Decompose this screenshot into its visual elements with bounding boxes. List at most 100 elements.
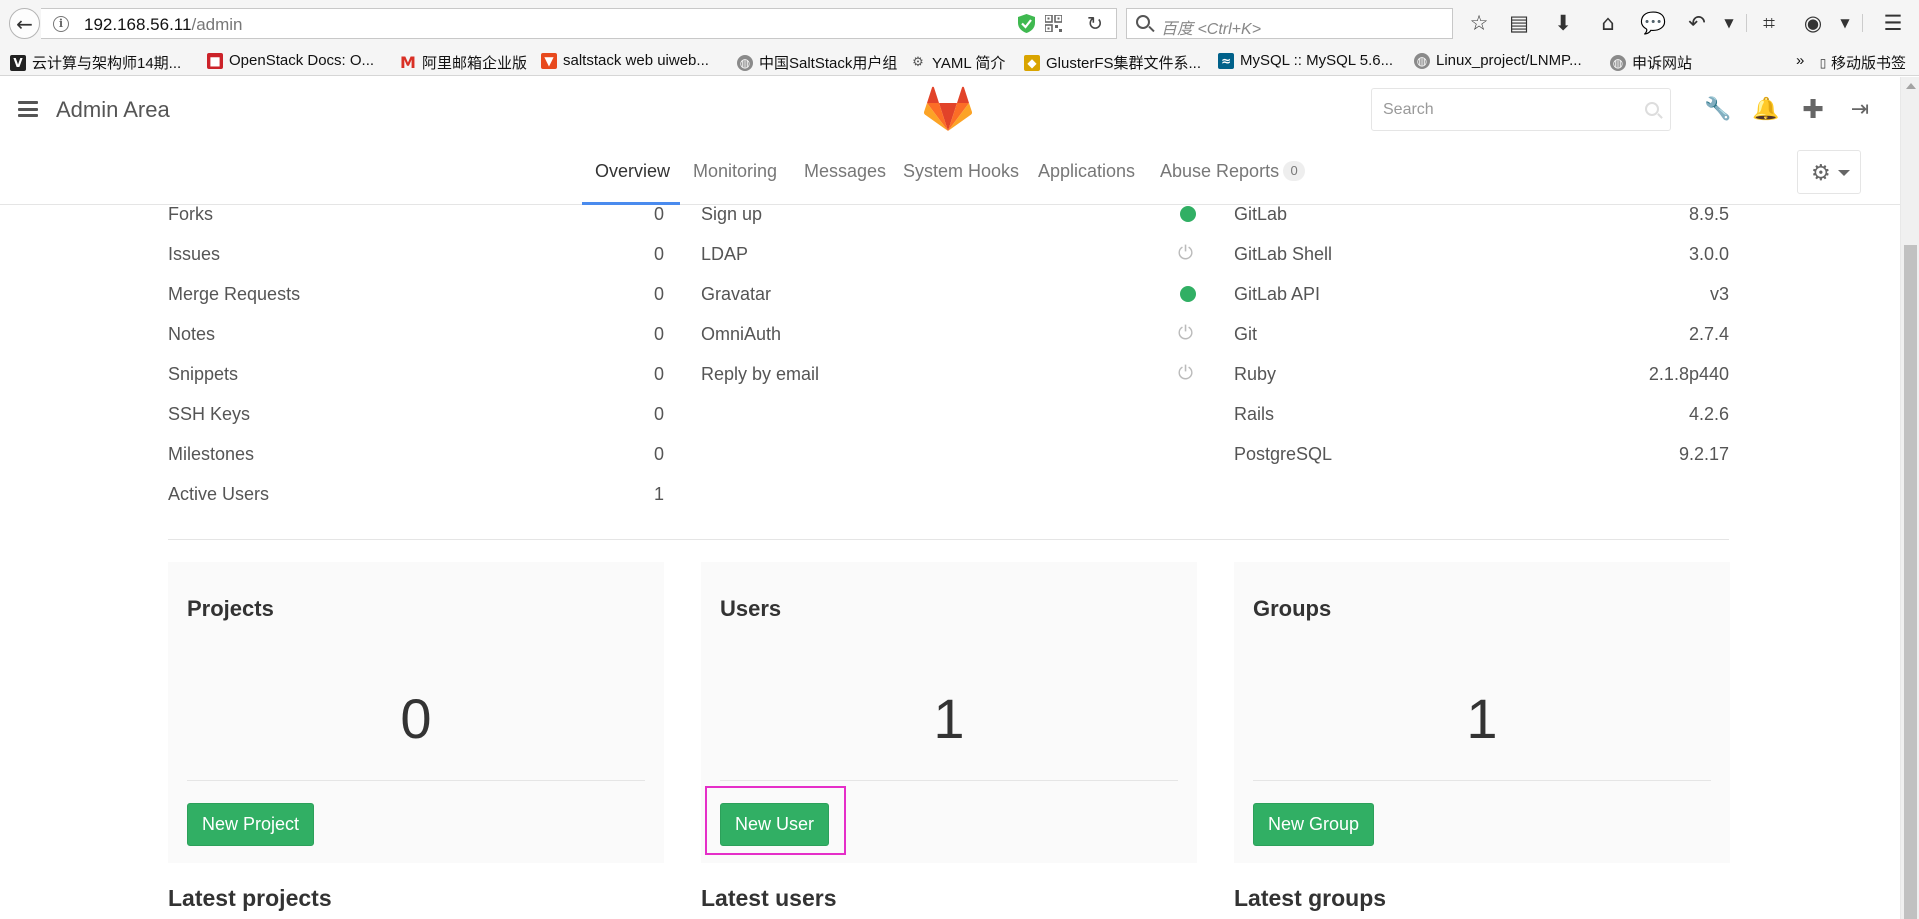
- tab-abuse-reports[interactable]: Abuse Reports 0: [1160, 161, 1306, 182]
- bookmark-item[interactable]: ⚙ YAML 简介: [910, 52, 1005, 73]
- search-icon: [1645, 102, 1659, 116]
- bookmark-item[interactable]: M 阿里邮箱企业版: [400, 52, 527, 73]
- search-input[interactable]: Search: [1371, 88, 1671, 131]
- info-icon[interactable]: i: [53, 16, 69, 32]
- component-label: GitLab Shell: [1234, 244, 1333, 264]
- bookmark-item[interactable]: ◆ GlusterFS集群文件系...: [1024, 52, 1201, 73]
- bookmark-item[interactable]: V 云计算与架构师14期...: [10, 52, 181, 73]
- search-icon: [1136, 15, 1150, 29]
- gear-icon: ⚙: [1811, 161, 1831, 186]
- address-bar[interactable]: i 192.168.56.11/admin ↻: [41, 8, 1117, 39]
- bookmark-label: Linux_project/LNMP...: [1436, 52, 1582, 69]
- component-label: PostgreSQL: [1234, 444, 1333, 464]
- stat-label: Issues: [168, 244, 221, 264]
- incognito-icon[interactable]: ◉: [1800, 10, 1826, 36]
- tab-overview[interactable]: Overview: [595, 161, 670, 182]
- mobile-bookmarks-label: 移动版书签: [1831, 55, 1907, 72]
- component-version: 3.0.0: [1688, 244, 1729, 264]
- card-title: Projects: [187, 596, 274, 621]
- crop-icon[interactable]: ⌗: [1756, 10, 1782, 36]
- projects-card: Projects 0 New Project: [168, 562, 664, 863]
- bookmark-item[interactable]: ≈ MySQL :: MySQL 5.6...: [1218, 52, 1393, 69]
- tab-abuse-reports-label: Abuse Reports: [1160, 161, 1280, 181]
- tab-system-hooks[interactable]: System Hooks: [903, 161, 1019, 182]
- new-group-button[interactable]: New Group: [1253, 803, 1375, 846]
- feature-label: Reply by email: [701, 364, 820, 384]
- scroll-up-arrow-icon[interactable]: [1906, 83, 1916, 89]
- gitlab-header: Admin Area Search 🔧 🔔 ✚ ⇥: [0, 77, 1900, 141]
- bookmark-item[interactable]: ■ OpenStack Docs: O...: [207, 52, 374, 69]
- sign-out-icon[interactable]: ⇥: [1846, 96, 1874, 124]
- toolbar-divider: [1862, 14, 1863, 32]
- page-title: Admin Area: [56, 97, 170, 122]
- bookmark-label: 中国SaltStack用户组: [759, 55, 898, 72]
- toolbar-divider: [1746, 14, 1747, 32]
- settings-dropdown-button[interactable]: ⚙: [1797, 150, 1861, 194]
- stat-value: 0: [653, 206, 664, 224]
- component-label: Rails: [1234, 404, 1275, 424]
- bookmark-label: OpenStack Docs: O...: [229, 52, 375, 69]
- stat-label: Milestones: [168, 444, 255, 464]
- plus-icon[interactable]: ✚: [1799, 96, 1827, 124]
- url-host: 192.168.56.11: [84, 15, 192, 34]
- chevron-down-icon[interactable]: ▼: [1716, 10, 1742, 36]
- chat-bubble-icon[interactable]: 💬: [1640, 10, 1666, 36]
- stat-label: Active Users: [168, 484, 270, 504]
- section-divider: [168, 539, 1729, 540]
- stat-value: 0: [653, 244, 664, 264]
- component-version: 9.2.17: [1678, 444, 1729, 464]
- mail-m-icon: M: [400, 52, 416, 72]
- gitlab-logo-icon[interactable]: [924, 86, 972, 132]
- feature-label: Gravatar: [701, 284, 772, 304]
- qr-code-icon[interactable]: [1045, 15, 1062, 32]
- download-icon[interactable]: ⬇: [1550, 10, 1576, 36]
- tab-monitoring[interactable]: Monitoring: [693, 161, 777, 182]
- mobile-bookmarks-button[interactable]: ▯ 移动版书签: [1818, 52, 1906, 73]
- scroll-thumb[interactable]: [1904, 245, 1917, 919]
- admin-nav: Overview Monitoring Messages System Hook…: [0, 141, 1900, 205]
- component-version: 4.2.6: [1688, 404, 1729, 424]
- card-title: Users: [720, 596, 782, 621]
- back-button[interactable]: ←: [9, 8, 40, 39]
- new-project-button[interactable]: New Project: [187, 803, 315, 846]
- bookmark-item[interactable]: ◍ 申诉网站: [1610, 52, 1692, 73]
- yaml-icon: ⚙: [912, 54, 924, 70]
- card-divider: [187, 780, 645, 781]
- admin-overview-content: Forks 0 Issues 0 Merge Requests 0 Notes …: [0, 206, 1900, 919]
- bookmark-label: 阿里邮箱企业版: [422, 55, 528, 72]
- browser-toolbar: ← i 192.168.56.11/admin ↻ 百度 <Ctrl+K> ☆ …: [0, 0, 1919, 46]
- undo-icon[interactable]: ↶: [1684, 10, 1710, 36]
- tab-applications[interactable]: Applications: [1038, 161, 1135, 182]
- search-placeholder: Search: [1383, 101, 1434, 118]
- stat-value: 0: [653, 404, 664, 424]
- page-scrollbar[interactable]: [1900, 77, 1919, 919]
- tab-messages[interactable]: Messages: [804, 161, 886, 182]
- menu-icon[interactable]: ☰: [1880, 10, 1906, 36]
- bookmark-item[interactable]: ◍ 中国SaltStack用户组: [737, 52, 897, 73]
- browser-search-box[interactable]: 百度 <Ctrl+K>: [1126, 8, 1453, 39]
- bookmarks-more-button[interactable]: »: [1796, 52, 1804, 69]
- wrench-icon[interactable]: 🔧: [1704, 96, 1732, 124]
- cube-icon: ◆: [1024, 54, 1040, 71]
- bell-icon[interactable]: 🔔: [1752, 96, 1780, 124]
- hamburger-menu-icon[interactable]: [18, 101, 38, 117]
- caret-down-icon: [1838, 170, 1850, 176]
- reload-icon[interactable]: ↻: [1087, 13, 1103, 35]
- shield-check-icon[interactable]: [1018, 14, 1035, 33]
- home-icon[interactable]: ⌂: [1595, 10, 1621, 36]
- stat-label: Merge Requests: [168, 284, 301, 304]
- bookmarks-bar: V 云计算与架构师14期... ■ OpenStack Docs: O... M 阿里…: [0, 46, 1919, 76]
- status-enabled-dot: [1180, 206, 1196, 222]
- bookmark-item[interactable]: ◍ Linux_project/LNMP...: [1414, 52, 1582, 69]
- browser-search-placeholder: 百度 <Ctrl+K>: [1161, 21, 1262, 38]
- bookmark-label: 申诉网站: [1632, 55, 1693, 72]
- star-icon[interactable]: ☆: [1466, 10, 1492, 36]
- bookmark-item[interactable]: ▼ saltstack web uiweb...: [541, 52, 709, 69]
- reading-list-icon[interactable]: ▤: [1506, 10, 1532, 36]
- component-version: v3: [1709, 284, 1729, 304]
- url-path: /admin: [191, 15, 243, 34]
- active-tab-indicator: [582, 202, 680, 205]
- highlight-box: [705, 786, 846, 855]
- chevron-down-icon[interactable]: ▼: [1832, 10, 1858, 36]
- groups-card: Groups 1 New Group: [1234, 562, 1730, 863]
